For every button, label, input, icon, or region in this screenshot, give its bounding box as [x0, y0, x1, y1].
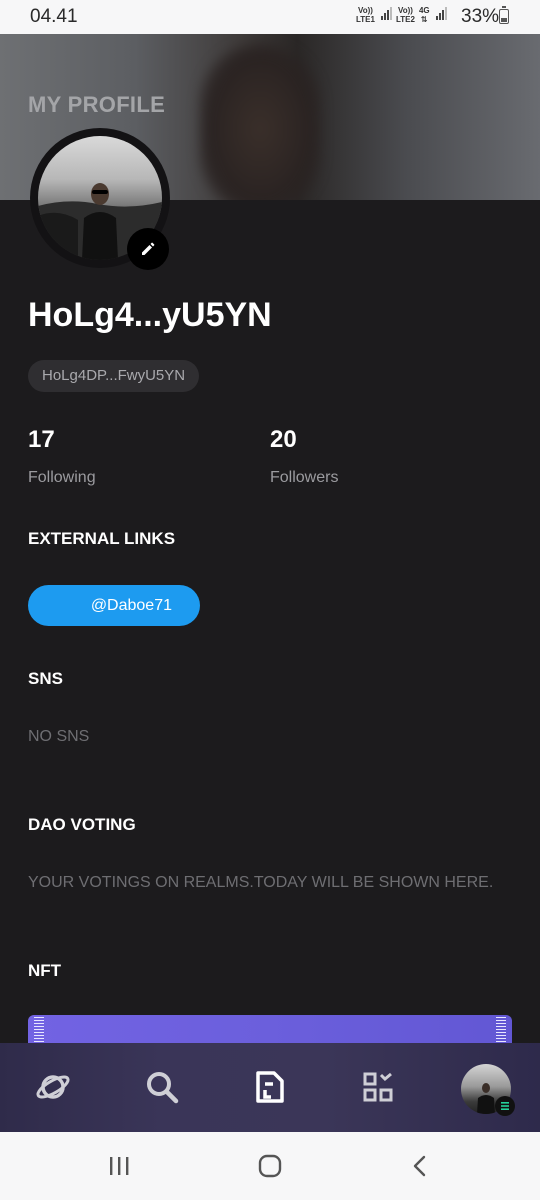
recents-icon: [110, 1157, 129, 1175]
twitter-link-button[interactable]: @Daboe71: [28, 585, 200, 626]
following-count[interactable]: 17: [28, 426, 55, 454]
system-navigation-bar: [0, 1132, 540, 1200]
network-indicator: 4G ⇅: [419, 6, 430, 24]
qr-scan-icon: [363, 1072, 393, 1102]
sns-empty-text: NO SNS: [28, 728, 90, 745]
data-arrows-icon: ⇅: [420, 15, 428, 24]
followers-label[interactable]: Followers: [270, 469, 338, 487]
back-button[interactable]: [400, 1152, 440, 1180]
pencil-icon: [142, 242, 155, 255]
signal-bars-icon: [380, 6, 392, 20]
sim2-indicator: Vo)) LTE2: [396, 6, 415, 24]
nft-card-edge-left: [34, 1017, 44, 1043]
status-time: 04.41: [30, 6, 78, 27]
recent-apps-button[interactable]: [99, 1152, 139, 1180]
nav-scan[interactable]: [356, 1065, 400, 1109]
solana-icon: [501, 1102, 509, 1110]
battery-icon: [499, 6, 509, 24]
home-icon: [258, 1154, 282, 1178]
wallet-address-chip[interactable]: HoLg4DP...FwyU5YN: [28, 360, 200, 392]
sim1-indicator: Vo)) LTE1: [356, 6, 375, 24]
followers-count[interactable]: 20: [270, 426, 297, 454]
dao-voting-heading: DAO VOTING: [28, 815, 136, 834]
document-edit-icon: [256, 1071, 284, 1103]
network-type-label: 4G: [418, 6, 430, 15]
back-chevron-icon: [413, 1155, 426, 1177]
dao-voting-empty-text: YOUR VOTINGS ON REALMS.TODAY WILL BE SHO…: [28, 874, 494, 891]
nft-card-edge-right: [496, 1017, 506, 1043]
planet-icon: [36, 1075, 70, 1099]
sim1-lte-label: LTE1: [356, 15, 375, 24]
signal-bars-icon: [435, 6, 447, 20]
solana-badge: [495, 1096, 515, 1116]
nft-heading: NFT: [28, 961, 62, 980]
edit-avatar-button[interactable]: [127, 228, 169, 270]
twitter-handle: @Daboe71: [90, 596, 172, 614]
profile-name: HoLg4...yU5YN: [28, 296, 272, 334]
status-bar: 04.41 Vo)) LTE1 Vo)) LTE2 4G ⇅ 33%: [0, 0, 540, 34]
external-links-heading: EXTERNAL LINKS: [28, 529, 176, 548]
page-title: MY PROFILE: [28, 92, 166, 117]
following-label[interactable]: Following: [28, 469, 96, 487]
sns-heading: SNS: [28, 669, 63, 688]
battery-percent: 33%: [461, 6, 500, 27]
nav-documents[interactable]: [248, 1065, 292, 1109]
nav-explore[interactable]: [31, 1065, 75, 1109]
profile-screen: 04.41 Vo)) LTE1 Vo)) LTE2 4G ⇅ 33% MY PR…: [0, 0, 540, 1200]
sim2-lte-label: LTE2: [395, 15, 415, 24]
bottom-navigation: [0, 1043, 540, 1132]
signal-indicators: Vo)) LTE1 Vo)) LTE2 4G ⇅: [356, 6, 447, 24]
home-button[interactable]: [250, 1152, 290, 1180]
sim2-volte-label: Vo)): [397, 6, 413, 15]
nav-search[interactable]: [140, 1065, 184, 1109]
search-icon: [147, 1072, 179, 1104]
sim1-volte-label: Vo)): [358, 6, 373, 15]
